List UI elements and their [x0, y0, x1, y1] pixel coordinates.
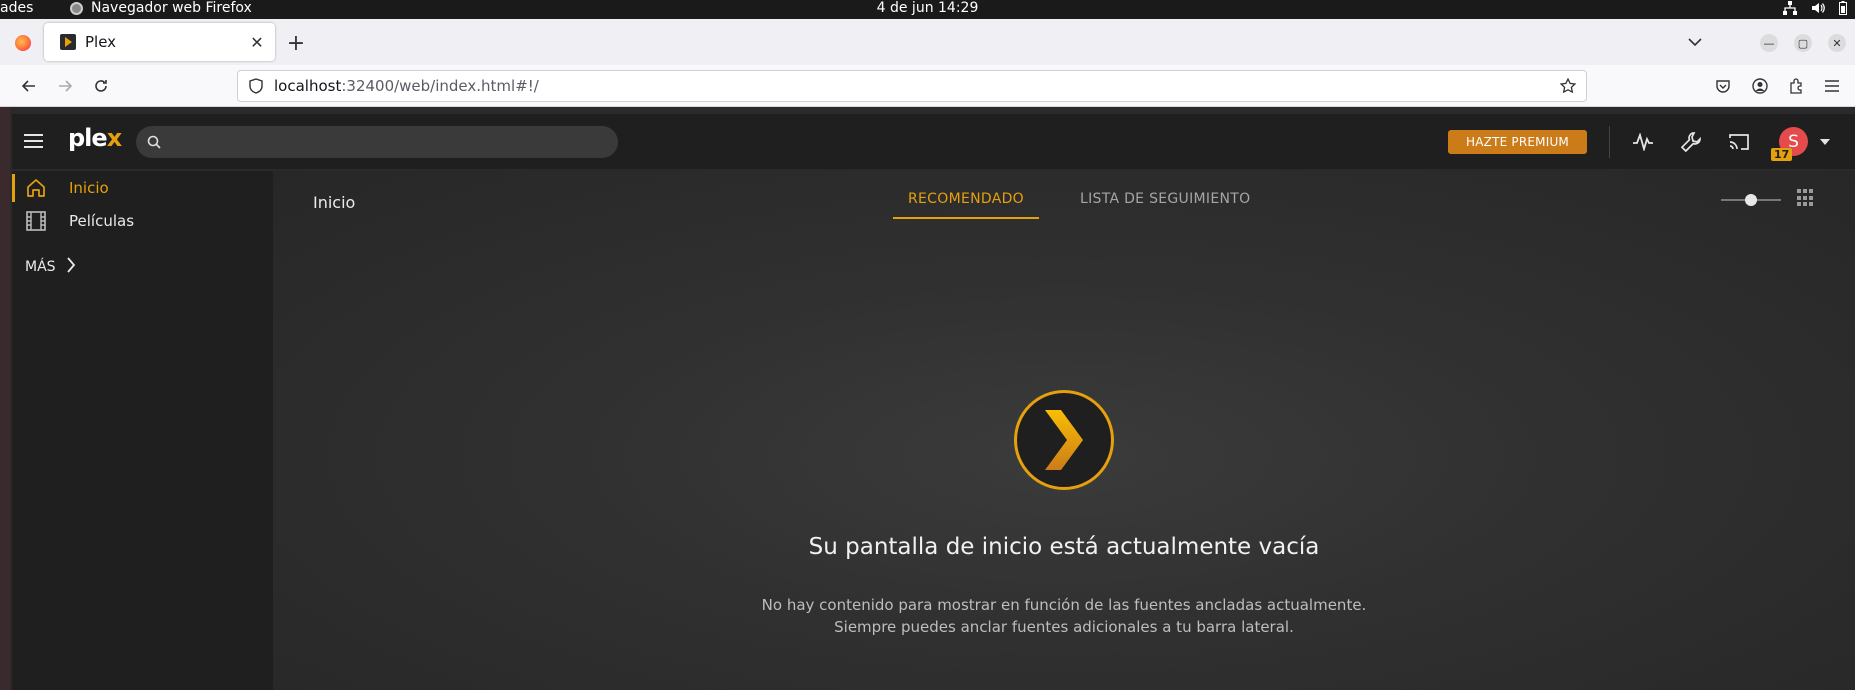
- notification-badge: 17: [1771, 148, 1793, 161]
- chevron-down-icon[interactable]: [1820, 139, 1830, 145]
- search-input[interactable]: [170, 126, 610, 158]
- search-box[interactable]: [136, 126, 618, 158]
- restore-window-button[interactable]: ▢: [1794, 34, 1812, 52]
- browser-nav-bar: localhost:32400/web/index.html#!/: [0, 65, 1855, 194]
- tab-lista-de-seguimiento[interactable]: LISTA DE SEGUIMIENTO: [1065, 185, 1265, 219]
- tracking-protection-icon[interactable]: [248, 78, 264, 94]
- extensions-icon[interactable]: [1785, 75, 1807, 97]
- more-label: MÁS: [25, 259, 56, 275]
- hamburger-menu-icon[interactable]: [24, 129, 48, 153]
- search-icon: [146, 134, 162, 150]
- minimize-window-button[interactable]: —: [1760, 34, 1778, 52]
- tab-title: Plex: [85, 33, 117, 51]
- sidebar-item-inicio[interactable]: Inicio: [12, 171, 273, 205]
- sidebar-item-label: Películas: [69, 212, 135, 230]
- app-menu-icon[interactable]: [1821, 75, 1843, 97]
- system-top-bar: ades Navegador web Firefox 4 de jun 14:2…: [0, 0, 1855, 19]
- url-text[interactable]: localhost:32400/web/index.html#!/: [274, 77, 1558, 95]
- account-icon[interactable]: [1749, 75, 1771, 97]
- sidebar-more-toggle[interactable]: MÁS: [25, 257, 76, 277]
- sidebar-item-label: Inicio: [69, 179, 109, 197]
- firefox-view-icon[interactable]: [15, 35, 31, 51]
- slider-handle[interactable]: [1745, 194, 1757, 206]
- new-tab-button[interactable]: +: [283, 30, 309, 56]
- plex-favicon-icon: [60, 34, 76, 50]
- home-icon: [24, 176, 48, 200]
- active-indicator: [12, 174, 15, 202]
- film-icon: [24, 209, 48, 233]
- home-tabs: RECOMENDADO LISTA DE SEGUIMIENTO: [893, 185, 1265, 219]
- cast-icon[interactable]: [1725, 128, 1753, 156]
- pocket-icon[interactable]: [1712, 75, 1734, 97]
- list-all-tabs-icon[interactable]: [1683, 30, 1707, 54]
- url-host: localhost: [274, 77, 342, 95]
- browser-tab-plex[interactable]: Plex ✕: [44, 23, 275, 61]
- forward-icon[interactable]: [53, 74, 77, 98]
- browser-tab-strip: Plex ✕ + — ▢ ✕: [0, 19, 1855, 65]
- back-icon[interactable]: [17, 74, 41, 98]
- system-tray[interactable]: [1783, 0, 1847, 19]
- reload-icon[interactable]: [89, 74, 113, 98]
- bookmark-star-icon[interactable]: [1558, 76, 1578, 96]
- grid-view-icon[interactable]: [1797, 189, 1815, 207]
- network-icon: [1783, 0, 1797, 19]
- plex-logo[interactable]: plex: [68, 124, 122, 152]
- page-title: Inicio: [313, 193, 356, 212]
- go-premium-button[interactable]: HAZTE PREMIUM: [1448, 130, 1587, 154]
- close-tab-icon[interactable]: ✕: [245, 30, 269, 54]
- url-path: :32400/web/index.html#!/: [341, 77, 539, 95]
- close-window-button[interactable]: ✕: [1828, 34, 1846, 52]
- empty-state-title: Su pantalla de inicio está actualmente v…: [808, 534, 1320, 560]
- plex-top-bar: plex HAZTE PREMIUM S 17: [12, 114, 1855, 169]
- plex-chevron-logo-icon: [1014, 390, 1114, 490]
- volume-icon: [1811, 1, 1825, 19]
- window-edge: [0, 107, 10, 690]
- plex-page: plex HAZTE PREMIUM S 17 Inicio Películas…: [0, 107, 1855, 690]
- plex-sidebar: Inicio Películas MÁS: [12, 171, 273, 690]
- tab-recomendado[interactable]: RECOMENDADO: [893, 185, 1039, 219]
- empty-state-description: No hay contenido para mostrar en función…: [761, 596, 1367, 636]
- activity-icon[interactable]: [1629, 128, 1657, 156]
- toolbar-divider: [1609, 126, 1610, 158]
- address-bar[interactable]: localhost:32400/web/index.html#!/: [237, 70, 1587, 194]
- settings-wrench-icon[interactable]: [1677, 128, 1705, 156]
- sidebar-item-peliculas[interactable]: Películas: [12, 204, 273, 238]
- battery-icon: [1839, 0, 1847, 19]
- poster-size-slider[interactable]: [1721, 193, 1781, 207]
- chevron-right-icon: [66, 257, 76, 277]
- main-content: Inicio RECOMENDADO LISTA DE SEGUIMIENTO …: [273, 171, 1855, 690]
- clock[interactable]: 4 de jun 14:29: [0, 0, 1855, 17]
